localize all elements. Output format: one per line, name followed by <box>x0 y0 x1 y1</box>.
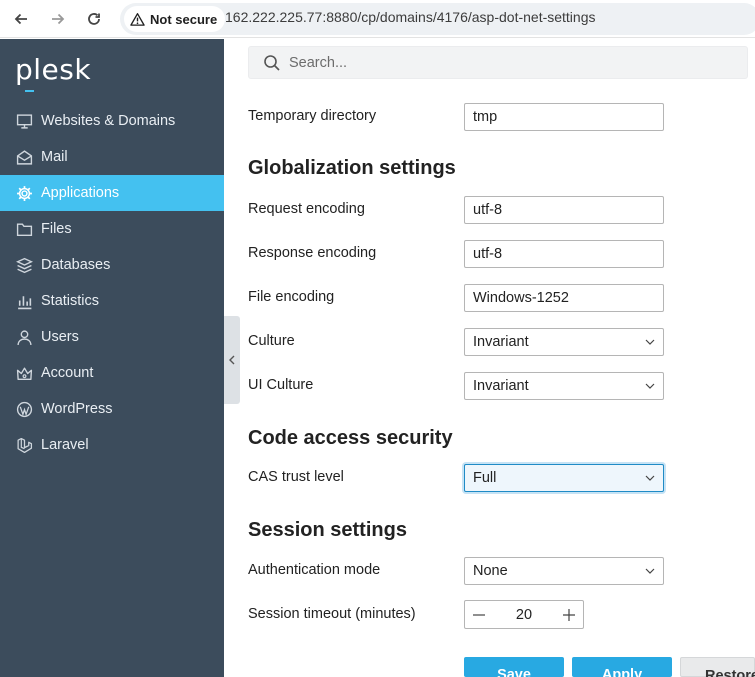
sidebar-item-label: Statistics <box>41 293 100 309</box>
user-icon <box>16 329 33 346</box>
culture-select[interactable]: Invariant <box>464 328 664 356</box>
response-encoding-label: Response encoding <box>248 245 377 261</box>
sidebar-item-label: Websites & Domains <box>41 113 176 129</box>
sidebar-item-label: Users <box>41 329 79 345</box>
sidebar-item-label: Mail <box>41 149 68 165</box>
session-timeout-stepper <box>464 600 584 629</box>
session-title: Session settings <box>248 519 407 541</box>
auth-mode-value: None <box>473 563 508 579</box>
temp-dir-label: Temporary directory <box>248 108 377 124</box>
sidebar-item-wordpress[interactable]: WordPress <box>0 391 224 427</box>
bar-chart-icon <box>16 293 33 310</box>
sidebar-item-label: WordPress <box>41 401 113 417</box>
cas-trust-level-select[interactable]: Full <box>464 464 664 492</box>
restore-button[interactable]: Restore <box>680 657 755 677</box>
sidebar-item-statistics[interactable]: Statistics <box>0 283 224 319</box>
request-encoding-input[interactable] <box>464 196 664 224</box>
sidebar-item-label: Files <box>41 221 72 237</box>
sidebar-item-databases[interactable]: Databases <box>0 247 224 283</box>
chevron-down-icon <box>645 475 655 481</box>
search-input[interactable] <box>289 47 729 78</box>
monitor-icon <box>16 113 33 130</box>
globalization-title: Globalization settings <box>248 157 456 179</box>
sidebar: plesk Websites & Domains Mail Applicatio… <box>0 39 224 677</box>
url-text[interactable]: 162.222.225.77:8880/cp/domains/4176/asp-… <box>225 9 596 25</box>
minus-icon <box>473 613 485 616</box>
sidebar-item-label: Account <box>41 365 94 381</box>
laravel-icon <box>16 437 33 454</box>
security-label: Not secure <box>150 11 218 27</box>
folder-icon <box>16 221 33 238</box>
sidebar-nav: Websites & Domains Mail Applications Fil… <box>0 103 224 463</box>
ui-culture-label: UI Culture <box>248 377 314 393</box>
database-icon <box>16 257 33 274</box>
plesk-logo[interactable]: plesk <box>15 53 91 86</box>
temp-dir-input[interactable] <box>464 103 664 131</box>
ui-culture-value: Invariant <box>473 378 529 394</box>
security-indicator[interactable]: Not secure <box>124 6 226 32</box>
search-box <box>248 46 748 79</box>
sidebar-item-websites-domains[interactable]: Websites & Domains <box>0 103 224 139</box>
ui-culture-select[interactable]: Invariant <box>464 372 664 400</box>
plus-icon <box>563 608 575 621</box>
save-button[interactable]: Save <box>464 657 564 677</box>
sidebar-item-account[interactable]: Account <box>0 355 224 391</box>
crown-icon <box>16 365 33 382</box>
chevron-down-icon <box>645 568 655 574</box>
sidebar-item-label: Laravel <box>41 437 89 453</box>
apply-button[interactable]: Apply <box>572 657 672 677</box>
sidebar-collapse-toggle[interactable] <box>224 316 240 404</box>
culture-value: Invariant <box>473 334 529 350</box>
file-encoding-label: File encoding <box>248 289 335 305</box>
decrement-button[interactable] <box>465 601 493 628</box>
chevron-down-icon <box>645 339 655 345</box>
reload-button[interactable] <box>82 7 106 31</box>
forward-button[interactable] <box>46 7 70 31</box>
culture-label: Culture <box>248 333 295 349</box>
back-button[interactable] <box>9 7 33 31</box>
cas-title: Code access security <box>248 427 453 449</box>
cas-trust-level-value: Full <box>473 470 497 486</box>
sidebar-item-label: Databases <box>41 257 111 273</box>
session-timeout-label: Session timeout (minutes) <box>248 606 416 622</box>
chevron-down-icon <box>645 383 655 389</box>
sidebar-item-applications[interactable]: Applications <box>0 175 224 211</box>
arrow-left-icon <box>14 13 27 25</box>
session-timeout-input[interactable] <box>499 606 549 623</box>
gear-icon <box>16 185 33 202</box>
request-encoding-label: Request encoding <box>248 201 365 217</box>
auth-mode-select[interactable]: None <box>464 557 664 585</box>
file-encoding-input[interactable] <box>464 284 664 312</box>
sidebar-item-mail[interactable]: Mail <box>0 139 224 175</box>
chevron-left-icon <box>229 355 235 365</box>
response-encoding-input[interactable] <box>464 240 664 268</box>
mail-icon <box>16 149 33 166</box>
logo-accent <box>25 90 34 92</box>
search-icon <box>264 55 280 71</box>
reload-icon <box>88 13 100 25</box>
browser-toolbar: Not secure 162.222.225.77:8880/cp/domain… <box>0 0 755 38</box>
arrow-right-icon <box>52 13 65 25</box>
wordpress-icon <box>16 401 33 418</box>
warning-triangle-icon <box>130 12 145 26</box>
auth-mode-label: Authentication mode <box>248 562 381 578</box>
cas-trust-level-label: CAS trust level <box>248 469 344 485</box>
sidebar-item-files[interactable]: Files <box>0 211 224 247</box>
sidebar-item-label: Applications <box>41 185 120 201</box>
sidebar-item-laravel[interactable]: Laravel <box>0 427 224 463</box>
increment-button[interactable] <box>555 601 583 628</box>
sidebar-item-users[interactable]: Users <box>0 319 224 355</box>
